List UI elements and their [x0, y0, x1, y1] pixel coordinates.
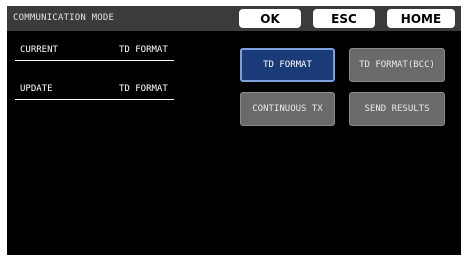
option-td-format-bcc-button[interactable]: TD FORMAT(BCC): [349, 48, 445, 82]
option-continuous-tx-button[interactable]: CONTINUOUS TX: [240, 92, 335, 126]
esc-button[interactable]: ESC: [313, 9, 375, 28]
display-screen: COMMUNICATION MODE OK ESC HOME CURRENT T…: [7, 6, 461, 255]
update-label: UPDATE: [20, 84, 53, 94]
title-bar: COMMUNICATION MODE OK ESC HOME: [7, 6, 461, 31]
current-label: CURRENT: [20, 45, 58, 55]
update-divider: [15, 99, 174, 100]
current-value: TD FORMAT: [119, 45, 168, 55]
current-divider: [15, 60, 174, 61]
update-value: TD FORMAT: [119, 84, 168, 94]
page-title: COMMUNICATION MODE: [13, 13, 115, 23]
home-button[interactable]: HOME: [387, 9, 455, 28]
option-td-format-button[interactable]: TD FORMAT: [240, 48, 335, 82]
option-send-results-button[interactable]: SEND RESULTS: [349, 92, 445, 126]
ok-button[interactable]: OK: [239, 9, 301, 28]
